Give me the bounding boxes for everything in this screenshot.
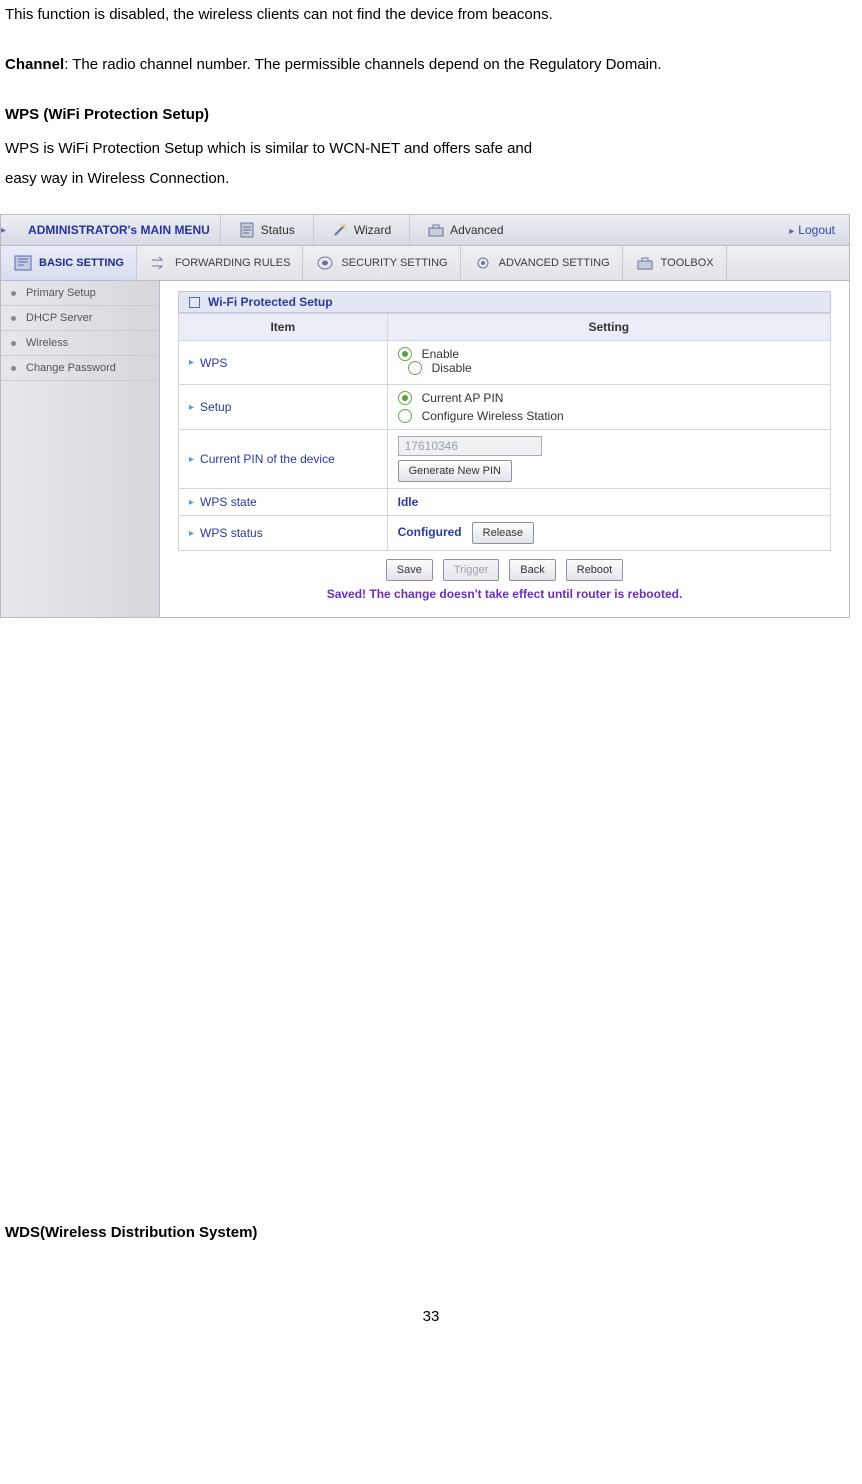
back-button[interactable]: Back — [509, 559, 555, 581]
top-wizard[interactable]: Wizard — [313, 215, 409, 245]
radio-icon — [398, 391, 412, 405]
wps-status-value: Configured — [398, 525, 462, 539]
save-message: Saved! The change doesn't take effect un… — [178, 585, 831, 607]
main-panel: Wi-Fi Protected Setup Item Setting ▸WPS … — [160, 281, 849, 617]
para-channel: Channel: The radio channel number. The p… — [5, 50, 857, 80]
top-advanced-label: Advanced — [450, 223, 503, 237]
top-bar: ▸ ADMINISTRATOR's MAIN MENU Status Wizar… — [1, 215, 849, 246]
sidebar-item-password[interactable]: Change Password — [1, 356, 159, 381]
bullet-icon — [11, 291, 16, 296]
col-item: Item — [179, 314, 388, 341]
router-admin-ui: ▸ ADMINISTRATOR's MAIN MENU Status Wizar… — [0, 214, 850, 618]
panel-title: Wi-Fi Protected Setup — [208, 295, 333, 309]
tab-security-label: SECURITY SETTING — [341, 257, 447, 269]
logout-link[interactable]: ▸ Logout — [775, 223, 849, 237]
tab-advanced[interactable]: ADVANCED SETTING — [461, 246, 623, 280]
note-icon — [13, 254, 33, 272]
sidebar-label: Primary Setup — [26, 287, 96, 299]
sidebar: Primary Setup DHCP Server Wireless Chang… — [1, 281, 160, 617]
button-row: Save Trigger Back Reboot — [178, 551, 831, 585]
release-button[interactable]: Release — [472, 522, 534, 544]
sidebar-item-primary[interactable]: Primary Setup — [1, 281, 159, 306]
para-wps-b: easy way in Wireless Connection. — [5, 164, 857, 194]
doc-body: This function is disabled, the wireless … — [0, 0, 862, 194]
wand-icon — [332, 222, 348, 238]
tab-forwarding[interactable]: FORWARDING RULES — [137, 246, 304, 280]
para-wps-a: WPS is WiFi Protection Setup which is si… — [5, 134, 857, 164]
square-icon — [189, 297, 200, 308]
channel-body: : The radio channel number. The permissi… — [64, 56, 661, 73]
row-pin-label: ▸Current PIN of the device — [189, 452, 377, 466]
top-status[interactable]: Status — [220, 215, 313, 245]
setup-configure-radio[interactable]: Configure Wireless Station — [398, 409, 820, 423]
document-icon — [239, 222, 255, 238]
radio-icon — [398, 347, 412, 361]
logout-label: Logout — [798, 223, 835, 237]
sidebar-label: DHCP Server — [26, 312, 92, 324]
para-disabled: This function is disabled, the wireless … — [5, 0, 857, 30]
sidebar-item-wireless[interactable]: Wireless — [1, 331, 159, 356]
top-advanced[interactable]: Advanced — [409, 215, 521, 245]
trigger-button[interactable]: Trigger — [443, 559, 499, 581]
top-items: Status Wizard Advanced — [220, 215, 775, 245]
top-status-label: Status — [261, 223, 295, 237]
arrows-icon — [149, 254, 169, 272]
radio-icon — [398, 409, 412, 423]
row-status-label: ▸WPS status — [189, 526, 377, 540]
wps-enable-radio[interactable]: Enable — [398, 347, 820, 361]
sidebar-label: Wireless — [26, 337, 68, 349]
tab-toolbox[interactable]: TOOLBOX — [623, 246, 727, 280]
heading-wds: WDS(Wireless Distribution System) — [5, 1218, 857, 1248]
bullet-icon — [11, 366, 16, 371]
caret-icon: ▸ — [1, 225, 6, 236]
tab-basic[interactable]: BASIC SETTING — [1, 246, 137, 280]
generate-pin-button[interactable]: Generate New PIN — [398, 460, 512, 482]
tab-bar: BASIC SETTING FORWARDING RULES SECURITY … — [1, 246, 849, 281]
tab-advanced-label: ADVANCED SETTING — [499, 257, 610, 269]
channel-label: Channel — [5, 56, 64, 73]
caret-icon: ▸ — [789, 226, 794, 237]
top-wizard-label: Wizard — [354, 223, 391, 237]
row-state-label: ▸WPS state — [189, 495, 377, 509]
page-number: 33 — [0, 1308, 862, 1325]
sidebar-label: Change Password — [26, 362, 116, 374]
radio-icon — [408, 361, 422, 375]
settings-table: Item Setting ▸WPS Enable Disable ▸Setup — [178, 313, 831, 551]
admin-title: ADMINISTRATOR's MAIN MENU — [10, 223, 220, 237]
sidebar-item-dhcp[interactable]: DHCP Server — [1, 306, 159, 331]
row-wps-label: ▸WPS — [189, 356, 377, 370]
col-setting: Setting — [387, 314, 830, 341]
bullet-icon — [11, 316, 16, 321]
tab-basic-label: BASIC SETTING — [39, 257, 124, 269]
pin-display: 17610346 — [398, 436, 542, 456]
toolbox-icon — [635, 254, 655, 272]
gear-toolbox-icon — [428, 222, 444, 238]
tab-toolbox-label: TOOLBOX — [661, 257, 714, 269]
tab-forwarding-label: FORWARDING RULES — [175, 257, 291, 269]
tab-security[interactable]: SECURITY SETTING — [303, 246, 460, 280]
wps-state-value: Idle — [387, 489, 830, 516]
reboot-button[interactable]: Reboot — [566, 559, 623, 581]
shield-icon — [315, 254, 335, 272]
panel-header: Wi-Fi Protected Setup — [178, 291, 831, 313]
heading-wps: WPS (WiFi Protection Setup) — [5, 100, 857, 130]
wps-disable-radio[interactable]: Disable — [408, 361, 472, 375]
row-setup-label: ▸Setup — [189, 400, 377, 414]
setup-current-pin-radio[interactable]: Current AP PIN — [398, 391, 820, 405]
save-button[interactable]: Save — [386, 559, 433, 581]
gear-icon — [473, 254, 493, 272]
bullet-icon — [11, 341, 16, 346]
